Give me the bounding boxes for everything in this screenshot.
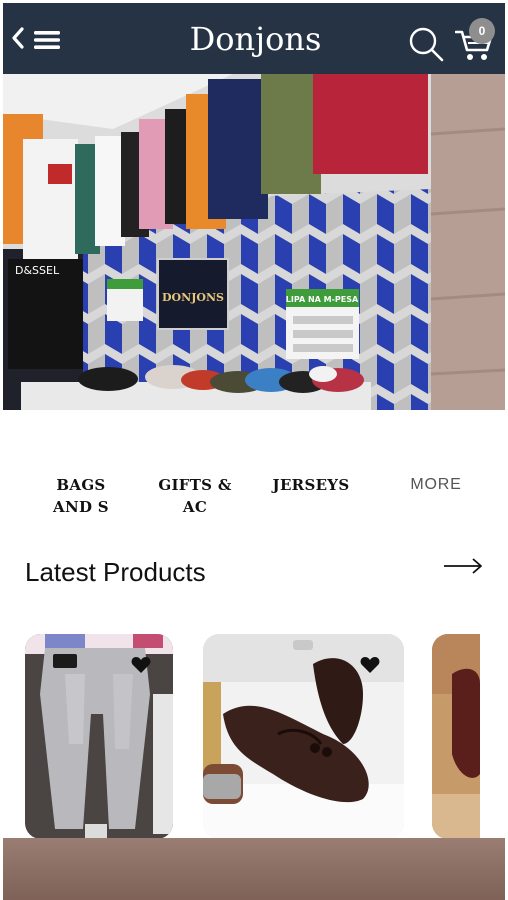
- category-tab-bags[interactable]: BAGS AND S: [31, 474, 131, 518]
- category-tab-more[interactable]: MORE: [386, 474, 486, 496]
- top-app-bar: Donjons 0: [3, 3, 505, 74]
- product-card-leather-shoe[interactable]: [432, 634, 480, 839]
- bottom-bar: [3, 838, 505, 900]
- category-tab-label: BAGS AND S: [53, 476, 109, 516]
- hero-banner-image: D&SSEL DONJONS LIPA NA M-PESA: [3, 74, 505, 410]
- category-tab-label: JERSEYS: [272, 476, 350, 494]
- hero-banner[interactable]: D&SSEL DONJONS LIPA NA M-PESA: [3, 74, 505, 410]
- product-card-jeans[interactable]: [25, 634, 173, 839]
- category-tabs: BAGS AND S GIFTS & AC JERSEYS MORE: [0, 470, 508, 530]
- category-tab-label: GIFTS & AC: [158, 476, 232, 516]
- product-card-loafers[interactable]: [203, 634, 404, 839]
- latest-products-title: Latest Products: [25, 557, 206, 587]
- search-icon[interactable]: [408, 26, 444, 62]
- menu-icon[interactable]: [34, 30, 60, 50]
- mpesa-sign-text: LIPA NA M-PESA: [286, 295, 359, 304]
- heart-icon[interactable]: [131, 656, 151, 674]
- back-icon[interactable]: [10, 25, 26, 51]
- app-title: Donjons: [189, 20, 322, 58]
- cart-count-badge: 0: [469, 18, 495, 44]
- category-tab-gifts[interactable]: GIFTS & AC: [145, 474, 245, 518]
- product-image-leather-shoe: [432, 634, 480, 839]
- svg-text:D&SSEL: D&SSEL: [15, 264, 60, 277]
- category-tab-jerseys[interactable]: JERSEYS: [261, 474, 361, 496]
- arrow-right-icon[interactable]: [443, 555, 483, 577]
- heart-icon[interactable]: [360, 656, 380, 674]
- store-sign-text: DONJONS: [162, 291, 224, 304]
- category-tab-label: MORE: [410, 476, 462, 493]
